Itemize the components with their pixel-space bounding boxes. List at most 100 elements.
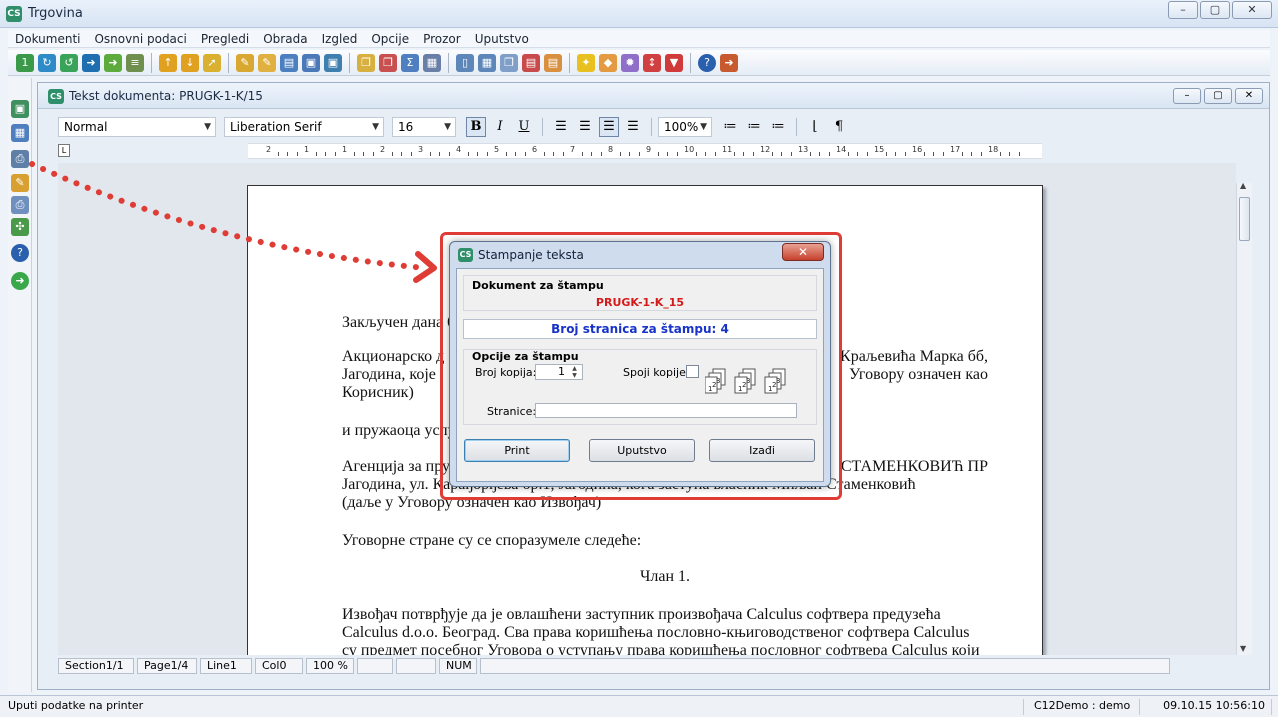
scroll-down-icon[interactable]: ▼ (1240, 644, 1246, 653)
tool-tag-icon[interactable]: ◆ (599, 53, 617, 72)
align-center-icon[interactable]: ☰ (599, 117, 619, 137)
zoom-select[interactable]: 100% ▼ (658, 117, 712, 137)
align-left-icon[interactable]: ☰ (551, 117, 571, 137)
outline-list-icon[interactable]: ≔ (768, 117, 788, 137)
font-size-select[interactable]: 16 ▼ (392, 117, 456, 137)
left-printer-icon[interactable]: ⎙ (11, 150, 29, 168)
tool-export-icon[interactable]: ➜ (82, 53, 100, 72)
pages-input[interactable] (535, 403, 797, 418)
close-button[interactable]: ✕ (1232, 1, 1272, 19)
menu-dokumenti[interactable]: Dokumenti (8, 32, 87, 46)
doc-maximize-button[interactable]: ▢ (1204, 88, 1232, 104)
menu-izgled[interactable]: Izgled (315, 32, 365, 46)
tool-paste-icon[interactable]: ❐ (379, 53, 397, 72)
tool-write-icon[interactable]: ✎ (258, 53, 276, 72)
tool-folder-up-icon[interactable]: ↑ (159, 53, 177, 72)
tab-stop-icon[interactable]: ⌊ (805, 117, 825, 137)
ruler-label: 6 (532, 145, 538, 154)
font-select[interactable]: Liberation Serif ▼ (224, 117, 384, 137)
left-calc-icon[interactable]: ▦ (11, 124, 29, 142)
tool-doc-icon[interactable]: ▤ (280, 53, 298, 72)
status-fill (480, 658, 1170, 674)
copies-label: Broj kopija: (475, 366, 537, 379)
dialog-close-button[interactable]: ✕ (782, 243, 824, 261)
tool-refresh-icon[interactable]: ↺ (60, 53, 78, 72)
left-help-icon[interactable]: ? (11, 244, 29, 262)
tab-marker-button[interactable]: L (58, 144, 70, 157)
tool-window1-icon[interactable]: ▯ (456, 53, 474, 72)
ruler-tick (477, 152, 478, 156)
collate-checkbox[interactable] (686, 365, 699, 378)
left-go-icon[interactable]: ➜ (11, 272, 29, 290)
tool-open-icon[interactable]: ↻ (38, 53, 56, 72)
tool-import-icon[interactable]: ➜ (104, 53, 122, 72)
ruler-label: 1 (342, 145, 348, 154)
style-select[interactable]: Normal ▼ (58, 117, 216, 137)
horizontal-ruler[interactable]: 2 1 1 2 3 4 5 6 7 8 9 10 11 12 13 14 15 16 17 18 (248, 143, 1042, 159)
tool-save-icon[interactable]: ▣ (302, 53, 320, 72)
tool-window2-icon[interactable]: ▦ (478, 53, 496, 72)
menu-prozor[interactable]: Prozor (416, 32, 468, 46)
print-button[interactable]: Print (464, 439, 570, 462)
ruler-tick (486, 152, 488, 156)
tool-bulb-icon[interactable]: ✦ (577, 53, 595, 72)
ruler-label: 2 (266, 145, 272, 154)
bold-button[interactable]: B (466, 117, 486, 137)
scroll-thumb[interactable] (1239, 197, 1250, 241)
tool-report-icon[interactable]: ▤ (522, 53, 540, 72)
tool-settings-icon[interactable]: ✹ (621, 53, 639, 72)
ruler-label: 1 (304, 145, 310, 154)
maximize-button[interactable]: ▢ (1200, 1, 1230, 19)
help-button[interactable]: Uputstvo (589, 439, 695, 462)
paragraph-mark-button[interactable]: ¶ (829, 117, 849, 137)
doc-close-button[interactable]: ✕ (1235, 88, 1263, 104)
collate-label: Spoji kopije: (623, 366, 690, 379)
tool-exit-icon[interactable]: ➜ (720, 53, 738, 72)
app-logo-icon: CS (6, 6, 22, 22)
ruler-label: 7 (570, 145, 576, 154)
align-right-icon[interactable]: ☰ (575, 117, 595, 137)
main-toolbar: 1 ↻ ↺ ➜ ➜ ≡ ↑ ↓ ➚ ✎ ✎ ▤ ▣ ▣ ❐ ❐ Σ ▦ ▯ ▦ … (8, 50, 1270, 76)
menu-pregledi[interactable]: Pregledi (194, 32, 256, 46)
menu-osnovni-podaci[interactable]: Osnovni podaci (87, 32, 193, 46)
tool-folder-down-icon[interactable]: ↓ (181, 53, 199, 72)
scroll-up-icon[interactable]: ▲ (1240, 181, 1246, 190)
tool-help-icon[interactable]: ? (698, 53, 716, 72)
exit-button[interactable]: Izađi (709, 439, 815, 462)
menu-uputstvo[interactable]: Uputstvo (468, 32, 536, 46)
bullet-list-icon[interactable]: ≔ (744, 117, 764, 137)
menu-obrada[interactable]: Obrada (256, 32, 314, 46)
tool-sort-icon[interactable]: ↕ (643, 53, 661, 72)
tool-save-green-icon[interactable]: ▣ (324, 53, 342, 72)
underline-button[interactable]: U (514, 117, 534, 137)
left-arrows-icon[interactable]: ✣ (11, 218, 29, 236)
menu-opcije[interactable]: Opcije (364, 32, 416, 46)
tool-copy-icon[interactable]: ❐ (357, 53, 375, 72)
toolbar-separator (690, 52, 691, 73)
left-save-icon[interactable]: ▣ (11, 100, 29, 118)
vertical-scrollbar[interactable]: ▲ ▼ (1236, 181, 1252, 655)
ruler-tick (410, 152, 412, 156)
tool-sum-icon[interactable]: Σ (401, 53, 419, 72)
doc-minimize-button[interactable]: – (1173, 88, 1201, 104)
tool-new-icon[interactable]: 1 (16, 53, 34, 72)
tool-folder-icon[interactable]: ▤ (544, 53, 562, 72)
left-print-setup-icon[interactable]: ⎙ (11, 196, 29, 214)
doc-line: су предмет посебног Уговора о уступању п… (342, 642, 980, 655)
align-justify-icon[interactable]: ☰ (623, 117, 643, 137)
minimize-button[interactable]: – (1168, 1, 1198, 19)
stepper-arrows-icon[interactable]: ▲ ▼ (568, 365, 581, 379)
copies-stepper[interactable]: 1 ▲ ▼ (535, 364, 583, 380)
numbered-list-icon[interactable]: ≔ (720, 117, 740, 137)
tool-folder-go-icon[interactable]: ➚ (203, 53, 221, 72)
tool-calendar-icon[interactable]: ▦ (423, 53, 441, 72)
italic-button[interactable]: I (490, 117, 510, 137)
tool-heart-icon[interactable]: ▼ (665, 53, 683, 72)
status-empty (396, 658, 436, 674)
tool-edit-icon[interactable]: ✎ (236, 53, 254, 72)
tool-cascade-icon[interactable]: ❐ (500, 53, 518, 72)
ruler-label: 17 (950, 145, 961, 154)
ruler-tick (904, 152, 906, 156)
left-preview-icon[interactable]: ✎ (11, 174, 29, 192)
tool-list-icon[interactable]: ≡ (126, 53, 144, 72)
